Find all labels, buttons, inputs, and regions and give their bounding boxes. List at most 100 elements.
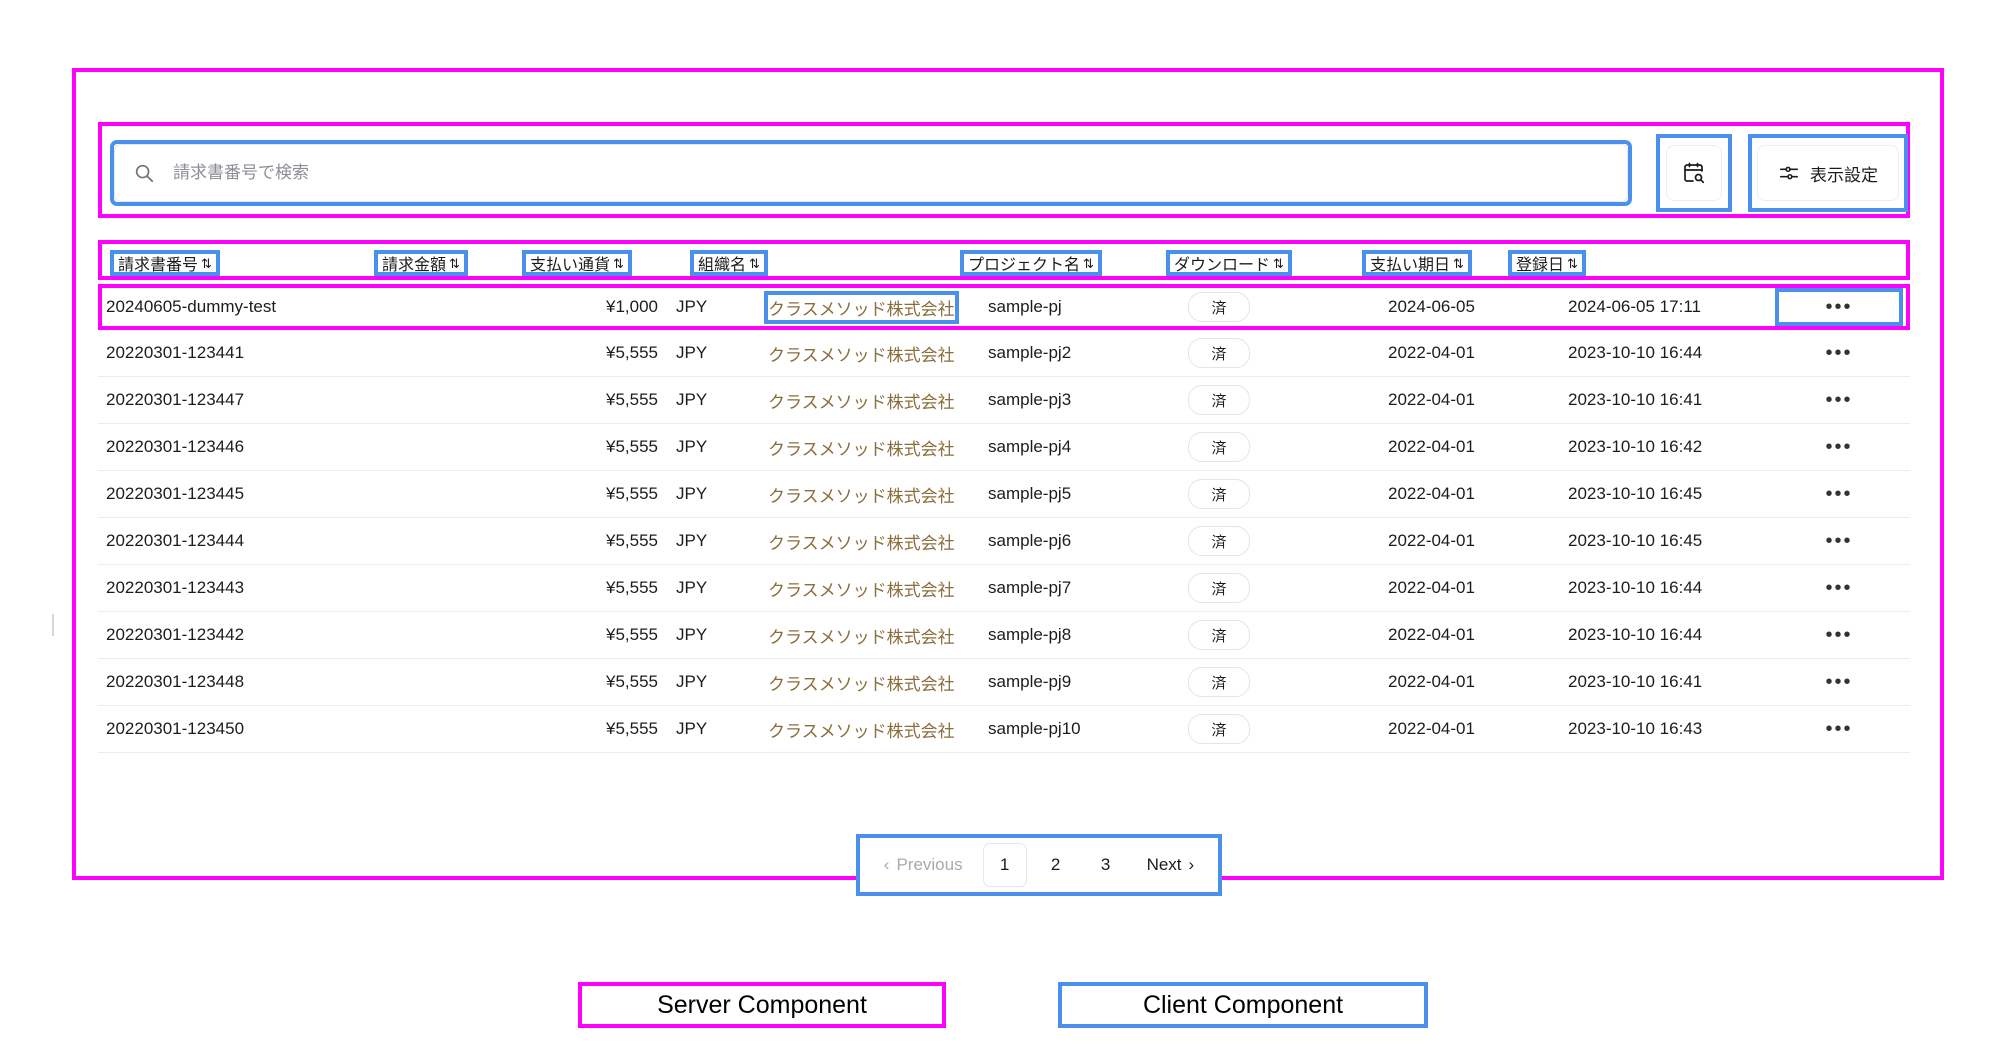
cell-currency: JPY — [676, 343, 708, 362]
org-link[interactable]: クラスメソッド株式会社 — [768, 388, 955, 413]
table-row[interactable]: 20220301-123445 ¥5,555 JPY クラスメソッド株式会社 s… — [98, 471, 1910, 518]
cell-row-menu: ••• — [1768, 518, 1910, 564]
cell-org: クラスメソッド株式会社 — [768, 424, 955, 470]
cell-due-date: 2024-06-05 — [1388, 297, 1475, 316]
pagination-page-2[interactable]: 2 — [1035, 844, 1077, 886]
org-link[interactable]: クラスメソッド株式会社 — [768, 435, 955, 460]
legend-client-label: Client Component — [1142, 990, 1344, 1019]
search-input[interactable] — [110, 140, 1632, 206]
table-row[interactable]: 20220301-123442 ¥5,555 JPY クラスメソッド株式会社 s… — [98, 612, 1910, 659]
column-header-org[interactable]: 組織名 ⇅ — [690, 250, 768, 276]
table-row[interactable]: 20220301-123443 ¥5,555 JPY クラスメソッド株式会社 s… — [98, 565, 1910, 612]
legend-server-label: Server Component — [657, 990, 867, 1019]
cell-project: sample-pj10 — [988, 719, 1081, 738]
org-link[interactable]: クラスメソッド株式会社 — [768, 717, 955, 742]
table-row[interactable]: 20220301-123441 ¥5,555 JPY クラスメソッド株式会社 s… — [98, 330, 1910, 377]
cell-org: クラスメソッド株式会社 — [768, 612, 955, 658]
cell-amount: ¥5,555 — [606, 625, 658, 644]
pagination-page-1[interactable]: 1 — [982, 843, 1027, 887]
column-header-amount[interactable]: 請求金額 ⇅ — [374, 250, 468, 276]
column-header-due-date[interactable]: 支払い期日 ⇅ — [1362, 250, 1472, 276]
column-header-invoice-no[interactable]: 請求書番号 ⇅ — [110, 250, 220, 276]
table-row[interactable]: 20220301-123447 ¥5,555 JPY クラスメソッド株式会社 s… — [98, 377, 1910, 424]
cell-row-menu: ••• — [1768, 471, 1910, 517]
cell-registered-at: 2023-10-10 16:45 — [1568, 484, 1703, 503]
cell-amount: ¥5,555 — [606, 484, 658, 503]
table-row[interactable]: 20240605-dummy-test ¥1,000 JPY クラスメソッド株式… — [98, 284, 1910, 330]
row-menu-button[interactable]: ••• — [1819, 526, 1859, 556]
cell-org: クラスメソッド株式会社 — [768, 706, 955, 752]
org-link[interactable]: クラスメソッド株式会社 — [768, 529, 955, 554]
cell-registered-at: 2023-10-10 16:44 — [1568, 578, 1703, 597]
column-header-currency[interactable]: 支払い通貨 ⇅ — [522, 250, 632, 276]
cell-org: クラスメソッド株式会社 — [768, 565, 955, 611]
search-icon — [133, 162, 155, 184]
cell-invoice-no: 20220301-123448 — [106, 672, 245, 691]
row-menu-button[interactable]: ••• — [1819, 620, 1859, 650]
table-row[interactable]: 20220301-123446 ¥5,555 JPY クラスメソッド株式会社 s… — [98, 424, 1910, 471]
sort-chevrons-icon: ⇅ — [1083, 255, 1094, 271]
row-menu-button[interactable]: ••• — [1819, 573, 1859, 603]
chevron-left-icon: ‹ — [883, 855, 890, 874]
cell-amount: ¥5,555 — [606, 578, 658, 597]
pagination-next-button[interactable]: Next › — [1131, 847, 1211, 883]
cell-project: sample-pj8 — [988, 625, 1072, 644]
cell-due-date: 2022-04-01 — [1388, 719, 1475, 738]
table-body: 20240605-dummy-test ¥1,000 JPY クラスメソッド株式… — [98, 284, 1910, 753]
column-header-project[interactable]: プロジェクト名 ⇅ — [960, 250, 1102, 276]
org-link[interactable]: クラスメソッド株式会社 — [764, 290, 959, 324]
row-menu-button[interactable]: ••• — [1819, 385, 1859, 415]
cell-org: クラスメソッド株式会社 — [764, 284, 959, 330]
cell-project: sample-pj9 — [988, 672, 1072, 691]
cell-currency: JPY — [676, 297, 708, 316]
legend-client-component: Client Component — [1058, 982, 1428, 1028]
cell-due-date: 2022-04-01 — [1388, 531, 1475, 550]
table-row[interactable]: 20220301-123448 ¥5,555 JPY クラスメソッド株式会社 s… — [98, 659, 1910, 706]
status-badge: 済 — [1188, 620, 1250, 650]
invoice-list-card: 表示設定 請求書番号 ⇅ 請求金額 ⇅ 支払い通貨 ⇅ 組織名 ⇅ プロジェ — [72, 68, 1944, 896]
cell-row-menu: ••• — [1768, 284, 1910, 330]
cell-org: クラスメソッド株式会社 — [768, 377, 955, 423]
cell-project: sample-pj6 — [988, 531, 1072, 550]
org-link[interactable]: クラスメソッド株式会社 — [768, 623, 955, 648]
status-badge: 済 — [1188, 667, 1250, 697]
org-link[interactable]: クラスメソッド株式会社 — [768, 670, 955, 695]
toolbar: 表示設定 — [98, 122, 1910, 218]
table-row[interactable]: 20220301-123450 ¥5,555 JPY クラスメソッド株式会社 s… — [98, 706, 1910, 753]
table-row[interactable]: 20220301-123444 ¥5,555 JPY クラスメソッド株式会社 s… — [98, 518, 1910, 565]
cell-amount: ¥5,555 — [606, 719, 658, 738]
sort-chevrons-icon: ⇅ — [1273, 255, 1284, 271]
column-header-download[interactable]: ダウンロード ⇅ — [1166, 250, 1292, 276]
status-badge: 済 — [1188, 292, 1250, 322]
display-settings-button[interactable]: 表示設定 — [1748, 134, 1908, 212]
search-input-field[interactable] — [171, 144, 1520, 202]
row-menu-button[interactable]: ••• — [1819, 338, 1859, 368]
sliders-icon — [1778, 162, 1800, 184]
column-header-registered[interactable]: 登録日 ⇅ — [1508, 250, 1586, 276]
status-badge: 済 — [1188, 573, 1250, 603]
date-filter-button[interactable] — [1656, 134, 1732, 212]
cell-amount: ¥5,555 — [606, 343, 658, 362]
pagination-page-3[interactable]: 3 — [1085, 844, 1127, 886]
cell-download: 済 — [1188, 284, 1250, 330]
status-badge: 済 — [1188, 338, 1250, 368]
row-menu-button[interactable]: ••• — [1819, 667, 1859, 697]
cell-invoice-no: 20220301-123450 — [106, 719, 245, 738]
row-menu-button[interactable]: ••• — [1819, 432, 1859, 462]
cell-currency: JPY — [676, 484, 708, 503]
cell-download: 済 — [1188, 330, 1250, 376]
org-link[interactable]: クラスメソッド株式会社 — [768, 341, 955, 366]
status-badge: 済 — [1188, 526, 1250, 556]
pagination-previous-button[interactable]: ‹ Previous — [868, 847, 979, 883]
cell-amount: ¥5,555 — [606, 672, 658, 691]
cell-invoice-no: 20220301-123446 — [106, 437, 245, 456]
row-menu-button[interactable]: ••• — [1819, 714, 1859, 744]
row-menu-button[interactable]: ••• — [1819, 479, 1859, 509]
org-link[interactable]: クラスメソッド株式会社 — [768, 576, 955, 601]
org-link[interactable]: クラスメソッド株式会社 — [768, 482, 955, 507]
cell-registered-at: 2023-10-10 16:41 — [1568, 390, 1703, 409]
row-menu-button[interactable]: ••• — [1775, 288, 1903, 326]
cell-org: クラスメソッド株式会社 — [768, 330, 955, 376]
cell-amount: ¥5,555 — [606, 390, 658, 409]
cell-currency: JPY — [676, 578, 708, 597]
